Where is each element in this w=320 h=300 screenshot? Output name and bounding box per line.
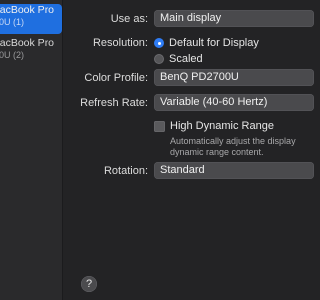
display-sidebar: MacBook Pro 00U (1) MacBook Pro 00U (2): [0, 0, 63, 300]
hdr-checkbox[interactable]: [154, 120, 165, 132]
hdr-hint: Automatically adjust the display dynamic…: [170, 136, 300, 158]
resolution-scaled-label: Scaled: [169, 53, 203, 65]
display-subtitle: 00U (1): [0, 17, 25, 27]
use-as-label: Use as:: [110, 13, 148, 25]
refresh-rate-label: Refresh Rate:: [80, 97, 148, 109]
resolution-default-option[interactable]: Default for Display: [154, 36, 259, 50]
resolution-scaled-option[interactable]: Scaled: [154, 52, 203, 66]
display-item-2[interactable]: MacBook Pro 00U (2): [0, 37, 62, 67]
hdr-label: High Dynamic Range: [170, 120, 274, 132]
hdr-hint-line-2: dynamic range content.: [170, 147, 264, 157]
display-name: MacBook Pro: [0, 37, 55, 49]
color-profile-label: Color Profile:: [84, 72, 148, 84]
radio-button-selected[interactable]: [154, 38, 164, 48]
display-name: MacBook Pro: [0, 4, 55, 16]
help-button[interactable]: ?: [81, 276, 97, 292]
color-profile-popup[interactable]: BenQ PD2700U: [154, 69, 314, 86]
display-subtitle: 00U (2): [0, 50, 25, 60]
hdr-checkbox-row[interactable]: High Dynamic Range: [154, 120, 274, 132]
radio-button[interactable]: [154, 54, 164, 64]
rotation-popup[interactable]: Standard: [154, 162, 314, 179]
rotation-label: Rotation:: [103, 165, 148, 177]
resolution-label: Resolution:: [92, 37, 148, 49]
use-as-popup[interactable]: Main display: [154, 10, 314, 27]
display-item-1[interactable]: MacBook Pro 00U (1): [0, 4, 62, 34]
hdr-hint-line-1: Automatically adjust the display: [170, 136, 296, 146]
refresh-rate-popup[interactable]: Variable (40-60 Hertz): [154, 94, 314, 111]
resolution-default-label: Default for Display: [169, 37, 259, 49]
